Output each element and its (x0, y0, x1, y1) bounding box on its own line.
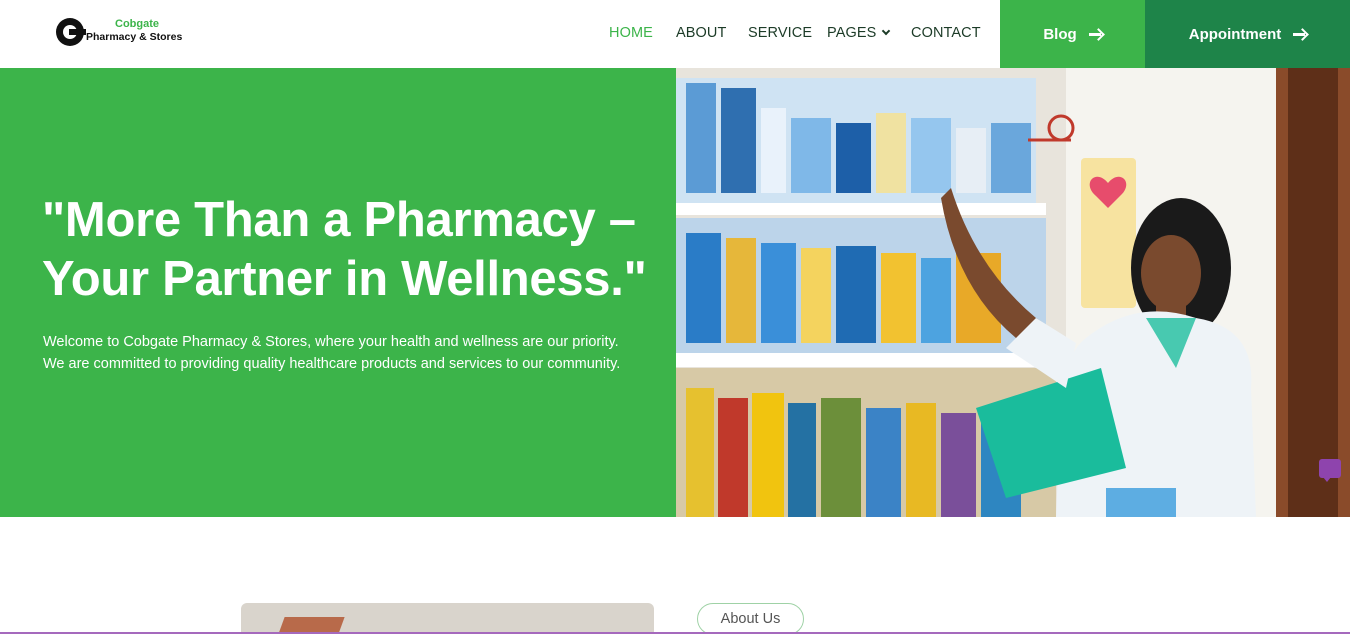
brand-tagline: Pharmacy & Stores (86, 31, 183, 43)
nav-contact[interactable]: CONTACT (911, 25, 981, 41)
about-image (241, 603, 654, 634)
logo-mark-icon (56, 18, 86, 46)
nav-about[interactable]: ABOUT (676, 25, 726, 41)
hero-image (676, 68, 1350, 517)
nav-pages-label: PAGES (827, 25, 877, 41)
nav-pages[interactable]: PAGES (827, 25, 891, 41)
site-header: Cobgate Pharmacy & Stores HOME ABOUT SER… (0, 0, 1350, 68)
chat-icon[interactable] (1319, 459, 1341, 482)
blog-button[interactable]: Blog (1000, 0, 1145, 68)
brand-name: Cobgate (115, 18, 159, 30)
arrow-right-icon (1293, 28, 1306, 40)
chevron-down-icon (882, 26, 891, 36)
hero-description: Welcome to Cobgate Pharmacy & Stores, wh… (43, 334, 621, 372)
about-us-badge: About Us (697, 603, 804, 634)
brand-logo[interactable]: Cobgate Pharmacy & Stores (56, 18, 182, 46)
appointment-button[interactable]: Appointment (1145, 0, 1350, 68)
hero-panel: "More Than a Pharmacy – Your Partner in … (0, 68, 676, 517)
hero-title-line2: Your Partner in Wellness." (42, 252, 647, 306)
blog-button-label: Blog (1043, 25, 1077, 43)
appointment-button-label: Appointment (1188, 25, 1282, 43)
pharmacy-photo-illustration (676, 68, 1350, 517)
hero-title-line1: "More Than a Pharmacy – (42, 193, 636, 247)
arrow-right-icon (1088, 28, 1102, 40)
nav-service[interactable]: SERVICE (748, 25, 812, 41)
nav-home[interactable]: HOME (609, 25, 653, 41)
hero-title: "More Than a Pharmacy – Your Partner in … (42, 191, 662, 309)
